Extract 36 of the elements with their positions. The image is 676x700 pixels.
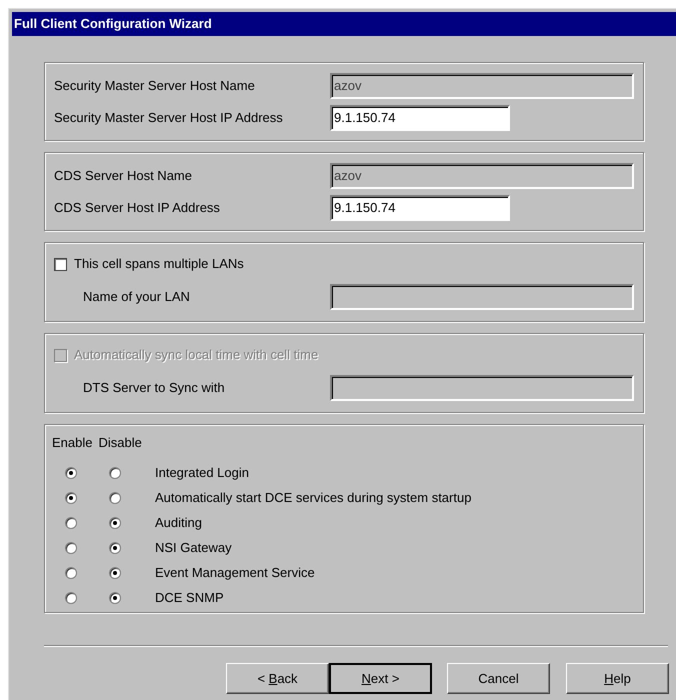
radio-button[interactable] [65, 592, 77, 604]
checkbox-label: This cell spans multiple LANs [74, 255, 244, 274]
field-label: Security Master Server Host IP Address [54, 108, 284, 127]
service-label: Auditing [155, 514, 202, 532]
service-label: Event Management Service [155, 564, 315, 582]
field-label: CDS Server Host Name [54, 166, 193, 185]
radio-button[interactable] [109, 592, 121, 604]
checkbox-label: Automatically sync local time with cell time [74, 346, 318, 364]
wizard-button[interactable]: < Back [226, 663, 329, 694]
service-label: DCE SNMP [155, 589, 224, 608]
text-field[interactable]: 9.1.150.74 [330, 104, 510, 130]
service-label: NSI Gateway [155, 539, 232, 558]
wizard-button[interactable]: Cancel [447, 663, 550, 694]
radio-button[interactable] [109, 542, 121, 554]
checkbox[interactable] [54, 258, 67, 270]
radio-button[interactable] [109, 492, 121, 504]
field-label: Name of your LAN [82, 288, 191, 306]
radio-button[interactable] [65, 517, 77, 529]
field-label: CDS Server Host IP Address [54, 198, 221, 217]
radio-button[interactable] [109, 467, 121, 479]
column-header: Enable [52, 434, 92, 452]
radio-button[interactable] [65, 467, 77, 479]
wizard-button[interactable]: Next > [329, 663, 432, 694]
radio-button[interactable] [65, 542, 77, 554]
radio-button[interactable] [65, 492, 77, 504]
field-label: DTS Server to Sync with [82, 379, 226, 397]
text-field[interactable]: 9.1.150.74 [330, 194, 510, 220]
wizard-button[interactable]: Help [566, 663, 669, 694]
field-label: Security Master Server Host Name [54, 76, 256, 95]
radio-button[interactable] [109, 517, 121, 529]
radio-button[interactable] [109, 567, 121, 579]
service-label: Integrated Login [155, 464, 249, 482]
service-label: Automatically start DCE services during system startup [155, 489, 472, 508]
radio-button[interactable] [65, 567, 77, 579]
column-header: Disable [98, 434, 142, 452]
window-title: Full Client Configuration Wizard [14, 15, 212, 34]
